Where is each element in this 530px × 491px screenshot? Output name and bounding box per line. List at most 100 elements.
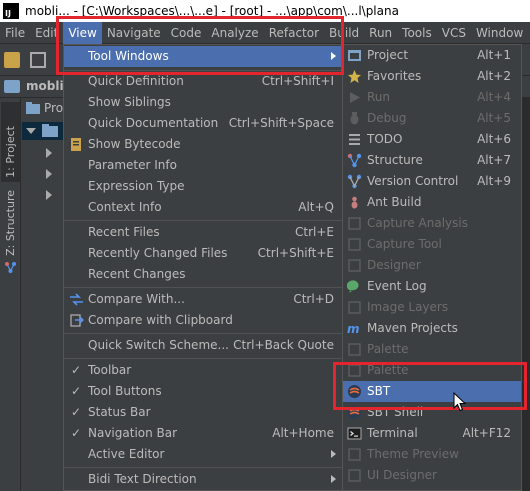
capture-analysis-icon xyxy=(348,217,361,230)
view-menu-dropdown: Tool Windows Quick Definition Ctrl+Shift… xyxy=(63,44,343,491)
menu-item-expression-type[interactable]: Expression Type xyxy=(64,176,342,197)
menu-item-active-editor[interactable]: Active Editor xyxy=(64,444,342,465)
menu-item-show-siblings[interactable]: Show Siblings xyxy=(64,92,342,113)
menu-item-quick-switch-scheme[interactable]: Quick Switch Scheme... Ctrl+Back Quote xyxy=(64,335,342,356)
menu-separator xyxy=(64,467,342,468)
menu-item-navigation-bar[interactable]: ✓ Navigation Bar Alt+Home xyxy=(64,423,342,444)
left-tool-stripe: 1: Project Z: Structure xyxy=(0,98,21,491)
tool-window-palette[interactable]: Palette xyxy=(343,339,521,360)
menu-item-shortcut: Ctrl+Shift+E xyxy=(257,246,334,260)
menu-item-context-info[interactable]: Context Info Alt+Q xyxy=(64,197,342,218)
menu-item-shortcut: Alt+Q xyxy=(298,200,334,214)
submenu-item-label: Theme Preview xyxy=(367,447,459,461)
submenu-item-label: Run xyxy=(367,90,391,104)
submenu-item-label: Palette xyxy=(367,342,409,356)
tool-window-project[interactable]: Project Alt+1 xyxy=(343,45,521,66)
expand-arrow-icon[interactable] xyxy=(26,128,36,134)
collapsed-arrow-icon[interactable] xyxy=(46,148,52,158)
tool-window-version-control[interactable]: Version Control Alt+9 xyxy=(343,171,521,192)
submenu-item-label: Project xyxy=(367,48,409,62)
terminal-icon xyxy=(347,427,362,440)
submenu-item-label: Favorites xyxy=(367,69,422,83)
menu-item-toolbar[interactable]: ✓ Toolbar xyxy=(64,360,342,381)
annotation-box-sbt xyxy=(333,362,527,410)
tool-window-todo[interactable]: TODO Alt+6 xyxy=(343,129,521,150)
menu-item-label: Status Bar xyxy=(88,405,151,419)
tool-window-theme-preview[interactable]: Theme Preview xyxy=(343,444,521,465)
submenu-item-shortcut: Alt+5 xyxy=(477,111,511,125)
designer-icon xyxy=(348,259,361,272)
star-icon xyxy=(348,70,361,83)
tool-window-event-log[interactable]: Event Log xyxy=(343,276,521,297)
menu-item-show-bytecode[interactable]: Show Bytecode xyxy=(64,134,342,155)
tool-window-image-layers[interactable]: Image Layers xyxy=(343,297,521,318)
open-folder-icon[interactable] xyxy=(4,52,20,68)
mouse-cursor-icon xyxy=(453,392,467,412)
tool-window-capture-tool[interactable]: Capture Tool xyxy=(343,234,521,255)
submenu-item-label: UI Designer xyxy=(367,468,437,482)
clipboard-compare-icon xyxy=(70,314,84,327)
menu-item-label: Show Bytecode xyxy=(88,137,181,151)
menu-item-recent-files[interactable]: Recent Files Ctrl+E xyxy=(64,222,342,243)
submenu-item-label: Event Log xyxy=(367,279,427,293)
menu-item-status-bar[interactable]: ✓ Status Bar xyxy=(64,402,342,423)
tool-window-ui-designer[interactable]: UI Designer xyxy=(343,465,521,486)
menu-item-label: Recent Changes xyxy=(88,267,186,281)
tool-window-run[interactable]: Run Alt+4 xyxy=(343,87,521,108)
project-panel-header: Pro xyxy=(22,100,66,118)
menu-vcs[interactable]: VCS xyxy=(437,22,471,44)
structure-tool-button[interactable]: Z: Structure xyxy=(1,190,20,276)
tool-window-designer[interactable]: Designer xyxy=(343,255,521,276)
submenu-item-label: Terminal xyxy=(367,426,418,440)
submenu-arrow-icon xyxy=(331,475,336,483)
menu-item-bidi-text-direction[interactable]: Bidi Text Direction xyxy=(64,469,342,490)
tool-window-debug[interactable]: Debug Alt+5 xyxy=(343,108,521,129)
submenu-arrow-icon xyxy=(331,450,336,458)
menu-window[interactable]: Window xyxy=(471,22,528,44)
tool-window-favorites[interactable]: Favorites Alt+2 xyxy=(343,66,521,87)
menu-item-recent-changes[interactable]: Recent Changes xyxy=(64,264,342,285)
menu-item-tool-buttons[interactable]: ✓ Tool Buttons xyxy=(64,381,342,402)
menu-item-recently-changed-files[interactable]: Recently Changed Files Ctrl+Shift+E xyxy=(64,243,342,264)
menu-item-quick-documentation[interactable]: Quick Documentation Ctrl+Shift+Space xyxy=(64,113,342,134)
collapsed-arrow-icon[interactable] xyxy=(46,169,52,179)
collapsed-arrow-icon[interactable] xyxy=(46,190,52,200)
tool-window-ant-build[interactable]: Ant Build xyxy=(343,192,521,213)
checkmark-icon: ✓ xyxy=(71,384,82,398)
menu-item-label: Navigation Bar xyxy=(88,426,178,440)
menu-item-compare-clipboard[interactable]: Compare with Clipboard xyxy=(64,310,342,331)
menu-item-label: Active Editor xyxy=(88,447,165,461)
submenu-item-shortcut: Alt+1 xyxy=(477,48,511,62)
project-tree-selected-row[interactable] xyxy=(22,122,66,140)
menu-item-parameter-info[interactable]: Parameter Info xyxy=(64,155,342,176)
checkmark-icon: ✓ xyxy=(71,405,82,419)
submenu-item-label: TODO xyxy=(367,132,403,146)
vcs-icon xyxy=(347,174,362,189)
menu-file[interactable]: File xyxy=(0,22,30,44)
submenu-item-label: Structure xyxy=(367,153,423,167)
menu-item-shortcut: Ctrl+Back Quote xyxy=(233,338,334,352)
menu-separator xyxy=(64,287,342,288)
menu-tools[interactable]: Tools xyxy=(397,22,437,44)
editor-area xyxy=(522,98,530,491)
save-icon[interactable] xyxy=(30,52,46,68)
tool-window-capture-analysis[interactable]: Capture Analysis xyxy=(343,213,521,234)
submenu-item-shortcut: Alt+4 xyxy=(477,90,511,104)
menu-item-label: Recently Changed Files xyxy=(88,246,228,260)
submenu-item-shortcut: Alt+7 xyxy=(477,153,511,167)
submenu-item-label: Capture Tool xyxy=(367,237,442,251)
project-tool-button[interactable]: 1: Project xyxy=(1,102,20,182)
menu-item-shortcut: Ctrl+Shift+Space xyxy=(228,116,334,130)
tool-window-structure[interactable]: Structure Alt+7 xyxy=(343,150,521,171)
menu-item-label: Recent Files xyxy=(88,225,160,239)
menu-item-compare-with[interactable]: Compare With... Ctrl+D xyxy=(64,289,342,310)
structure-icon xyxy=(347,153,362,168)
menu-separator xyxy=(64,358,342,359)
menu-item-shortcut: Alt+Home xyxy=(272,426,334,440)
menu-item-label: Show Siblings xyxy=(88,95,171,109)
submenu-item-label: Version Control xyxy=(367,174,459,188)
menu-run[interactable]: Run xyxy=(364,22,397,44)
tool-window-terminal[interactable]: Terminal Alt+F12 xyxy=(343,423,521,444)
tool-window-maven-projects[interactable]: m Maven Projects xyxy=(343,318,521,339)
menu-item-label: Quick Switch Scheme... xyxy=(88,338,229,352)
